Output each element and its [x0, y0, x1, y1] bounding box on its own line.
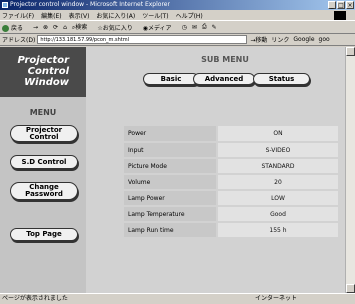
top-page-button[interactable]: Top Page [10, 228, 78, 241]
row-label: Lamp Power [124, 190, 217, 206]
close-button[interactable]: × [346, 1, 354, 9]
basic-button[interactable]: Basic [143, 73, 199, 85]
vertical-scrollbar[interactable] [345, 47, 355, 293]
address-label: アドレス(D) [2, 37, 36, 44]
go-button[interactable]: →移動 [250, 35, 267, 44]
back-label: 戻る [11, 24, 24, 32]
menu-tools[interactable]: ツール(T) [142, 11, 168, 20]
favorites-label: お気に入り [102, 24, 133, 32]
scroll-down-arrow-icon[interactable] [346, 284, 355, 293]
change-password-button[interactable]: Change Password [10, 182, 78, 200]
brand-line-2: Control [27, 66, 69, 77]
submenu-title: SUB MENU [201, 55, 249, 64]
status-text: ページが表示されました [2, 295, 68, 302]
window-titlebar: Projector control window - Microsoft Int… [0, 0, 355, 10]
refresh-icon[interactable]: ⟳ [53, 24, 58, 31]
row-label: Lamp Run time [124, 222, 217, 238]
advanced-button[interactable]: Advanced [193, 73, 255, 85]
search-button[interactable]: ⌕検索 [72, 22, 92, 32]
row-value: S-VIDEO [216, 142, 338, 158]
table-row: Lamp Power LOW [124, 190, 338, 206]
status-table: Power ON Input S-VIDEO Picture Mode STAN… [124, 126, 338, 239]
row-value: LOW [216, 190, 338, 206]
mail-icon[interactable]: ✉ [192, 24, 197, 31]
toolbar: 戻る → ⊗ ⟳ ⌂ ⌕検索 ☆お気に入り ◉メディア ◷ ✉ ⎙ ✎ [0, 21, 355, 34]
stop-icon[interactable]: ⊗ [43, 24, 48, 31]
favorites-button[interactable]: ☆お気に入り [97, 23, 137, 32]
status-button[interactable]: Status [253, 73, 310, 85]
zone-text: インターネット [255, 295, 298, 302]
row-label: Input [124, 142, 217, 158]
sd-control-button[interactable]: S.D Control [10, 155, 78, 169]
window-controls: _ □ × [328, 1, 354, 9]
table-row: Input S-VIDEO [124, 142, 338, 158]
row-value: 155 h [216, 222, 338, 238]
row-label: Power [124, 126, 217, 142]
brand-logo: Projector Control Window [0, 47, 86, 97]
table-row: Picture Mode STANDARD [124, 158, 338, 174]
print-icon[interactable]: ⎙ [202, 23, 207, 31]
sidebar: Projector Control Window MENU Projector … [0, 47, 86, 293]
back-button[interactable]: 戻る [2, 23, 28, 32]
brand-line-1: Projector [17, 55, 69, 66]
address-bar: アドレス(D) http://133.181.57.99/pcon_m.shtm… [0, 34, 355, 46]
edit-icon[interactable]: ✎ [212, 24, 217, 31]
menu-edit[interactable]: 編集(E) [41, 11, 61, 20]
row-label: Volume [124, 174, 217, 190]
projector-control-label-2: Control [29, 132, 59, 141]
home-icon[interactable]: ⌂ [63, 24, 67, 31]
media-label: メディア [147, 24, 172, 32]
row-label: Lamp Temperature [124, 206, 217, 222]
table-row: Lamp Run time 155 h [124, 222, 338, 238]
menu-view[interactable]: 表示(V) [69, 11, 90, 20]
link-google[interactable]: Google [293, 36, 314, 43]
link-goo[interactable]: goo [319, 36, 330, 43]
projector-control-button[interactable]: Projector Control [10, 125, 78, 142]
windows-logo-icon [334, 11, 346, 20]
table-row: Power ON [124, 126, 338, 142]
go-label: 移動 [255, 37, 268, 44]
media-button[interactable]: ◉メディア [143, 23, 177, 32]
row-value: ON [216, 126, 338, 142]
row-value: 20 [216, 174, 338, 190]
window-title: Projector control window - Microsoft Int… [10, 1, 170, 8]
page-content: Projector Control Window MENU Projector … [0, 47, 345, 293]
row-value: STANDARD [216, 158, 338, 174]
statusbar: ページが表示されました インターネット [0, 293, 355, 304]
menu-favorites[interactable]: お気に入り(A) [96, 11, 135, 20]
links-label[interactable]: リンク [271, 35, 289, 44]
menu-help[interactable]: ヘルプ(H) [176, 11, 203, 20]
maximize-button[interactable]: □ [337, 1, 345, 9]
table-row: Volume 20 [124, 174, 338, 190]
scroll-up-arrow-icon[interactable] [346, 47, 355, 56]
forward-button[interactable]: → [33, 24, 38, 31]
address-input[interactable]: http://133.181.57.99/pcon_m.shtml [37, 35, 248, 44]
menubar: ファイル(F) 編集(E) 表示(V) お気に入り(A) ツール(T) ヘルプ(… [0, 10, 355, 21]
change-password-label-2: Password [25, 190, 63, 198]
minimize-button[interactable]: _ [328, 1, 336, 9]
search-label: 検索 [75, 24, 88, 31]
table-row: Lamp Temperature Good [124, 206, 338, 222]
menu-title: MENU [29, 108, 57, 117]
back-arrow-icon [2, 24, 9, 32]
menu-file[interactable]: ファイル(F) [2, 11, 34, 20]
ie-icon [2, 2, 8, 8]
row-label: Picture Mode [124, 158, 217, 174]
brand-line-3: Window [24, 77, 69, 88]
row-value: Good [216, 206, 338, 222]
history-icon[interactable]: ◷ [182, 24, 187, 31]
